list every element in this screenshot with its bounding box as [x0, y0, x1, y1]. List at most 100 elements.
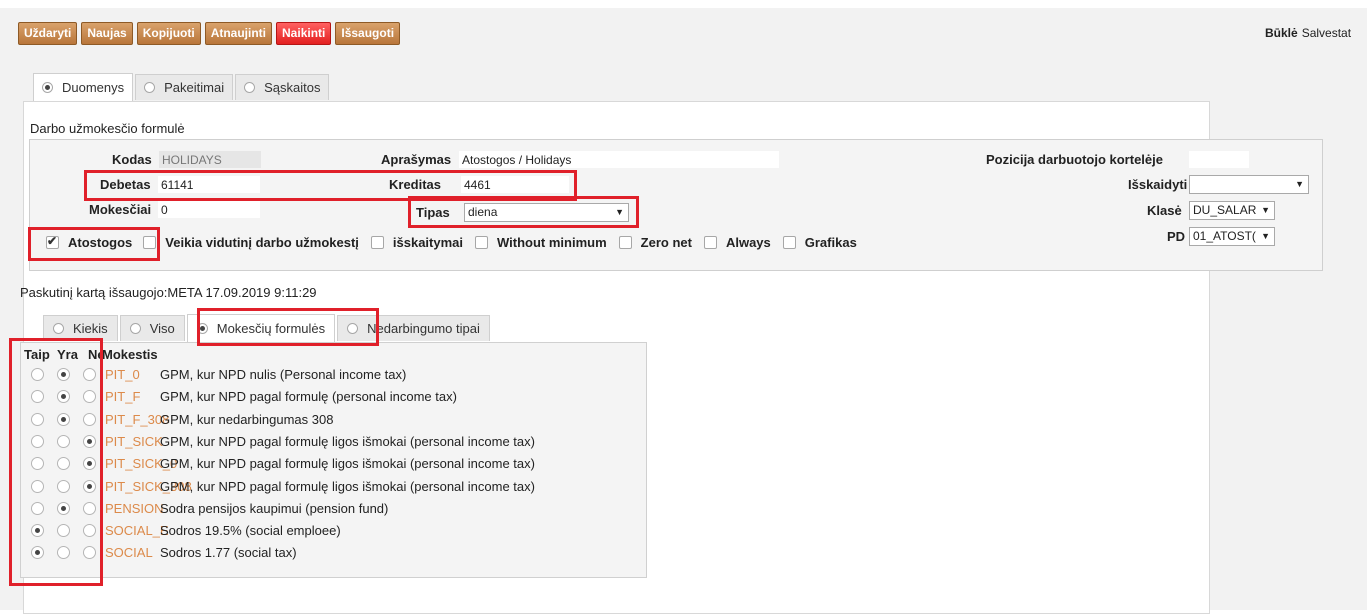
klase-select[interactable]: DU_SALAR ▼: [1189, 201, 1275, 220]
tab-pakeitimai[interactable]: Pakeitimai: [135, 74, 234, 100]
tab-label: Kiekis: [73, 321, 108, 336]
checkbox-label: Grafikas: [804, 235, 857, 250]
checkbox-icon[interactable]: [782, 236, 796, 249]
tax-code-link[interactable]: PIT_F_308: [105, 412, 169, 427]
radio-yra-icon[interactable]: [57, 412, 70, 426]
zero-net-option[interactable]: Zero net: [618, 235, 692, 250]
mokesciai-label: Mokesčiai: [89, 202, 152, 217]
radio-ne-icon[interactable]: [83, 501, 96, 515]
save-button[interactable]: Išsaugoti: [335, 22, 401, 45]
radio-ne-icon[interactable]: [83, 524, 96, 538]
vidutinis-option[interactable]: Veikia vidutinį darbo užmokestį: [143, 235, 359, 250]
radio-taip-icon[interactable]: [31, 390, 44, 404]
tab-label: Duomenys: [62, 80, 125, 95]
checkbox-icon[interactable]: [143, 236, 157, 249]
radio-taip-icon[interactable]: [31, 368, 44, 381]
close-button[interactable]: Uždaryti: [18, 22, 78, 45]
tax-code-link[interactable]: PIT_F: [105, 389, 160, 404]
kreditas-label: Kreditas: [389, 177, 442, 192]
radio-ne-icon[interactable]: [83, 479, 96, 493]
radio-yra-icon[interactable]: [57, 434, 70, 448]
delete-button[interactable]: Naikinti: [276, 22, 332, 45]
refresh-button[interactable]: Atnaujinti: [204, 22, 273, 45]
table-row: SOCIAL_E Sodros 19.5% (social emploee): [31, 520, 341, 541]
checkbox-icon[interactable]: [475, 236, 488, 249]
chevron-down-icon: ▼: [1295, 179, 1304, 189]
tax-description: GPM, kur NPD pagal formulę (personal inc…: [160, 389, 457, 405]
radio-taip-icon[interactable]: [31, 457, 44, 471]
new-button[interactable]: Naujas: [81, 22, 133, 45]
chevron-down-icon: ▼: [615, 207, 624, 217]
tab-mokesciu-formules[interactable]: Mokesčių formulės: [186, 314, 336, 342]
checkbox-checked-icon[interactable]: [46, 234, 59, 249]
copy-button[interactable]: Kopijuoti: [136, 22, 201, 45]
radio-icon: [129, 323, 141, 334]
table-row: PENSION Sodra pensijos kaupimui (pension …: [31, 498, 388, 519]
radio-taip-icon[interactable]: [31, 434, 44, 448]
radio-ne-icon[interactable]: [83, 412, 96, 426]
kodas-field[interactable]: HOLIDAYS: [159, 151, 261, 168]
isskaidyti-select[interactable]: ▼: [1189, 175, 1309, 194]
isskaitymai-option[interactable]: išskaitymai: [370, 235, 463, 250]
radio-yra-icon[interactable]: [57, 479, 70, 493]
debetas-field[interactable]: 61141: [158, 176, 260, 193]
tipas-select[interactable]: diena ▼: [464, 203, 629, 222]
tax-code-link[interactable]: PIT_SICK: [105, 434, 163, 449]
tab-saskaitos[interactable]: Sąskaitos: [235, 74, 330, 100]
checkbox-label: Without minimum: [497, 235, 607, 250]
without-minimum-option[interactable]: Without minimum: [475, 235, 607, 250]
tab-viso[interactable]: Viso: [119, 315, 185, 341]
tax-code-link[interactable]: PIT_SICK_308: [105, 479, 192, 494]
tab-kiekis[interactable]: Kiekis: [43, 315, 118, 341]
radio-yra-icon[interactable]: [57, 368, 70, 381]
options-row: Atostogos Veikia vidutinį darbo užmokest…: [46, 234, 869, 250]
pd-label: PD: [1167, 229, 1186, 244]
tax-code-link[interactable]: PIT_0: [105, 367, 160, 382]
tax-code-link[interactable]: PENSION: [105, 501, 164, 516]
tax-code-link[interactable]: PIT_SICK_0: [105, 456, 177, 471]
kreditas-field[interactable]: 4461: [461, 176, 569, 193]
checkbox-icon[interactable]: [618, 236, 632, 249]
radio-taip-icon[interactable]: [31, 524, 44, 538]
radio-ne-icon[interactable]: [83, 457, 96, 471]
radio-ne-icon[interactable]: [83, 368, 96, 381]
select-value: 01_ATOST(: [1193, 229, 1256, 243]
checkbox-icon[interactable]: [370, 236, 384, 249]
always-option[interactable]: Always: [703, 235, 771, 250]
select-value: diena: [468, 205, 498, 219]
radio-taip-icon[interactable]: [31, 479, 44, 493]
radio-ne-icon[interactable]: [83, 434, 96, 448]
tax-description: GPM, kur nedarbingumas 308: [160, 411, 334, 427]
pozicija-field[interactable]: [1189, 151, 1249, 168]
radio-yra-icon[interactable]: [57, 457, 70, 471]
radio-icon: [144, 82, 156, 93]
radio-icon: [196, 323, 208, 334]
radio-taip-icon[interactable]: [31, 412, 44, 426]
tab-duomenys[interactable]: Duomenys: [33, 73, 134, 101]
checkbox-icon[interactable]: [703, 236, 717, 249]
radio-ne-icon[interactable]: [83, 390, 96, 404]
toolbar: Uždaryti Naujas Kopijuoti Atnaujinti Nai…: [18, 22, 401, 45]
radio-yra-icon[interactable]: [57, 524, 70, 538]
tax-code-link[interactable]: SOCIAL_E: [105, 523, 169, 538]
checkbox-label: Atostogos: [68, 235, 133, 250]
radio-taip-icon[interactable]: [31, 501, 44, 515]
radio-yra-icon[interactable]: [57, 390, 70, 404]
radio-yra-icon[interactable]: [57, 546, 70, 560]
grafikas-option[interactable]: Grafikas: [782, 235, 857, 250]
mokesciai-field[interactable]: 0: [158, 201, 260, 218]
radio-ne-icon[interactable]: [83, 546, 96, 560]
checkbox-label: Always: [725, 235, 771, 250]
aprasymas-field[interactable]: Atostogos / Holidays: [459, 151, 779, 168]
tab-nedarbingumo-tipai[interactable]: Nedarbingumo tipai: [337, 315, 490, 341]
radio-icon: [347, 323, 359, 334]
pd-select[interactable]: 01_ATOST(▼: [1189, 227, 1275, 246]
radio-taip-icon[interactable]: [31, 546, 44, 560]
tax-code-link[interactable]: SOCIAL: [105, 545, 160, 560]
atostogos-option[interactable]: Atostogos: [46, 234, 133, 250]
radio-yra-icon[interactable]: [57, 501, 70, 515]
main-tabs: Duomenys Pakeitimai Sąskaitos: [33, 73, 331, 101]
table-row: SOCIAL Sodros 1.77 (social tax): [31, 542, 297, 563]
status-value: Salvestat: [1301, 26, 1352, 40]
sub-tabs: Kiekis Viso Mokesčių formulės Nedarbingu…: [43, 314, 492, 342]
